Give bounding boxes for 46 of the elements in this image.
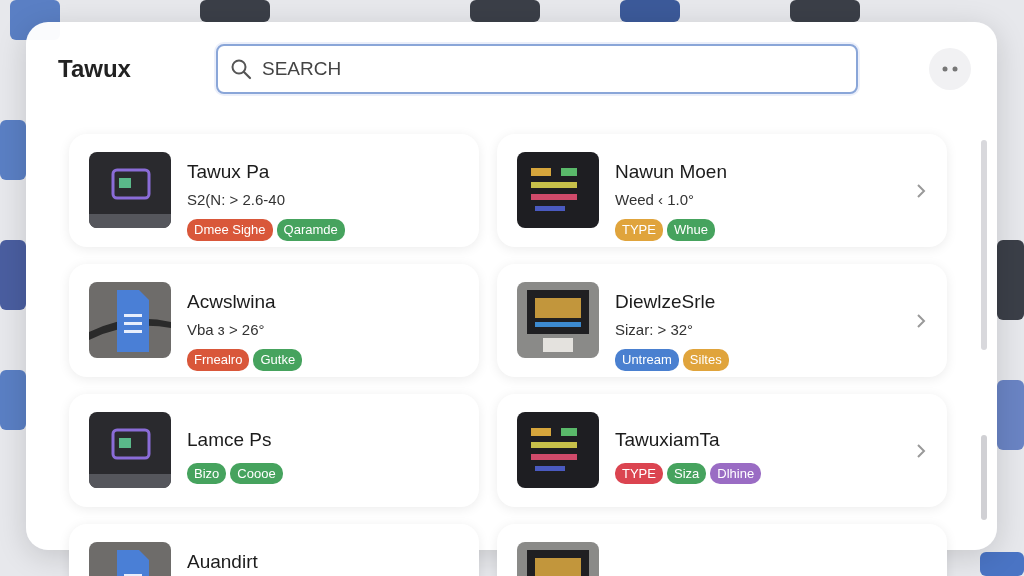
item-title: Tawux Pa xyxy=(187,160,271,184)
blurred-thumbnail xyxy=(200,0,270,22)
tag: Coooe xyxy=(230,462,283,484)
tag: Whue xyxy=(666,219,715,241)
result-card[interactable]: Nawun Moen Weed ‹ 1.0° TYPE Whue xyxy=(497,134,947,247)
blurred-thumbnail xyxy=(0,120,26,180)
blurred-thumbnail xyxy=(470,0,540,22)
tag: TYPE xyxy=(615,219,663,241)
blurred-thumbnail xyxy=(0,240,26,310)
item-subtitle: Sizar: > 32° xyxy=(615,319,695,340)
result-card[interactable]: DiewlzeSrle Sizar: > 32° Untream Siltes xyxy=(497,264,947,377)
tag: Siza xyxy=(666,462,707,484)
item-title: Nawun Moen xyxy=(615,160,727,184)
item-title: Lamce Ps xyxy=(187,428,273,452)
item-title: DiewlzeSrle xyxy=(615,290,717,314)
tag: Dmee Sighe xyxy=(187,219,273,241)
result-card[interactable]: Auandirt xyxy=(69,524,479,576)
tag: Gutke xyxy=(253,349,303,371)
item-subtitle: S2(N: > 2.6-40 xyxy=(187,189,286,210)
blurred-thumbnail xyxy=(980,552,1024,576)
item-title: TawuxiamTa xyxy=(615,428,721,452)
item-title: Auandirt xyxy=(187,550,258,574)
tag: Bizo xyxy=(187,462,227,484)
blurred-thumbnail xyxy=(620,0,680,22)
search-field[interactable]: SEARCH xyxy=(216,44,858,94)
item-subtitle: Weed ‹ 1.0° xyxy=(615,189,696,210)
result-card[interactable]: Lamce Ps Bizo Coooe xyxy=(69,394,479,507)
item-title: Acwslwina xyxy=(187,290,277,314)
blurred-thumbnail xyxy=(0,370,26,430)
blurred-thumbnail xyxy=(790,0,860,22)
tag: Dlhine xyxy=(710,462,762,484)
tag: Untream xyxy=(615,349,679,371)
item-subtitle: Vba ɜ > 26° xyxy=(187,319,266,340)
search-icon xyxy=(230,58,252,80)
tag: Siltes xyxy=(682,349,729,371)
more-icon xyxy=(941,66,959,72)
more-button[interactable] xyxy=(929,48,971,90)
result-card[interactable]: Tawux Pa S2(N: > 2.6-40 Dmee Sighe Qaramde xyxy=(69,134,479,247)
result-card[interactable]: Acwslwina Vba ɜ > 26° Frnealro Gutke xyxy=(69,264,479,377)
blurred-thumbnail xyxy=(997,380,1024,450)
tag: TYPE xyxy=(615,462,663,484)
tag: Frnealro xyxy=(187,349,250,371)
scrollbar[interactable] xyxy=(981,140,987,520)
dialog-title: Tawux xyxy=(58,54,132,84)
tag: Qaramde xyxy=(276,219,345,241)
result-card[interactable]: TawuxiamTa TYPE Siza Dlhine xyxy=(497,394,947,507)
